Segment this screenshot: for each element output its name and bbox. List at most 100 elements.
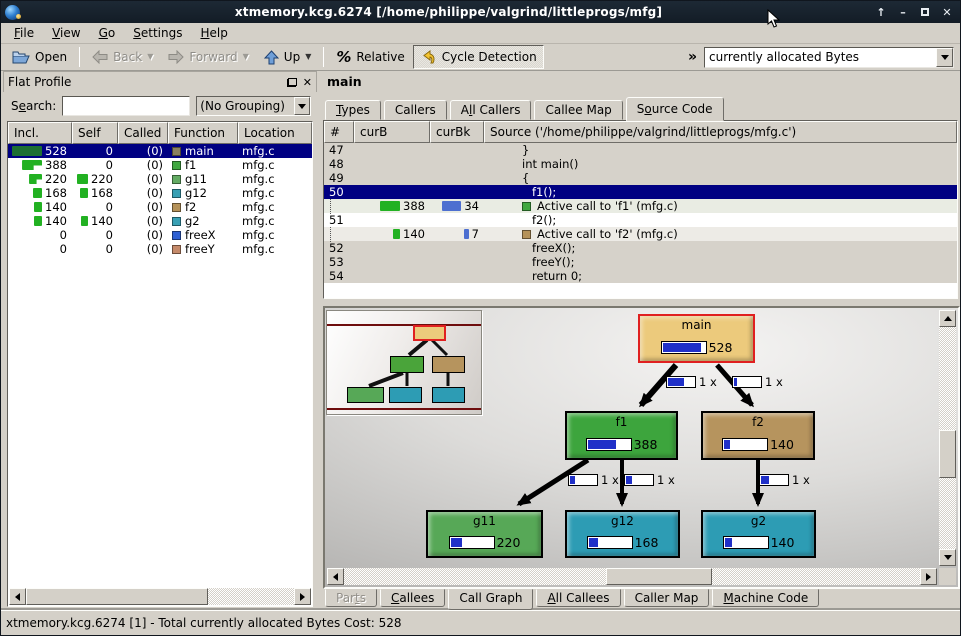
back-button[interactable]: Back ▼	[85, 45, 160, 69]
source-text: int main()	[484, 157, 957, 171]
incl-cost-bar	[33, 188, 42, 198]
scroll-down-button[interactable]	[939, 549, 956, 566]
source-line[interactable]: 47}	[324, 143, 957, 157]
scroll-right-button[interactable]	[920, 568, 937, 585]
tab-callee-map[interactable]: Callee Map	[534, 100, 622, 120]
column-header-self[interactable]: Self	[72, 122, 118, 144]
dock-float-button[interactable]	[287, 78, 297, 87]
source-column-header-1[interactable]: curB	[354, 121, 430, 143]
source-column-header-3[interactable]: Source ('/home/philippe/valgrind/littlep…	[484, 121, 957, 143]
title-bar[interactable]: xtmemory.kcg.6274 [/home/philippe/valgri…	[1, 1, 960, 23]
back-arrow-icon	[92, 50, 108, 64]
tab-all-callers[interactable]: All Callers	[450, 100, 532, 120]
graph-node-g11[interactable]: g11220	[426, 510, 543, 558]
table-row[interactable]: 00(0)freeYmfg.c	[8, 242, 312, 256]
tab-callers[interactable]: Callers	[384, 100, 447, 120]
open-button[interactable]: Open	[5, 45, 74, 69]
source-line[interactable]: 51f2();	[324, 213, 957, 227]
table-row[interactable]: 5280(0)mainmfg.c	[8, 144, 312, 158]
graph-horizontal-scrollbar[interactable]	[327, 568, 937, 585]
column-header-incl[interactable]: Incl.	[8, 122, 72, 144]
source-body: 47}48int main()49{50f1();38834Active cal…	[324, 143, 957, 283]
table-row[interactable]: 3880(0)f1mfg.c	[8, 158, 312, 172]
tab-callees[interactable]: Callees	[380, 589, 445, 607]
tab-types[interactable]: Types	[325, 100, 381, 120]
source-line[interactable]: 52freeX();	[324, 241, 957, 255]
table-row[interactable]: 168168(0)g12mfg.c	[8, 186, 312, 200]
search-input[interactable]	[62, 96, 190, 116]
column-header-called[interactable]: Called	[118, 122, 168, 144]
back-label: Back	[113, 50, 142, 64]
scrollbar-track[interactable]	[344, 568, 920, 585]
up-button[interactable]: Up ▼	[257, 45, 319, 69]
combo-arrow-icon[interactable]	[294, 97, 310, 115]
grouping-combobox[interactable]: (No Grouping)	[196, 96, 311, 116]
graph-node-g12[interactable]: g12168	[565, 510, 680, 558]
source-line[interactable]: 53freeY();	[324, 255, 957, 269]
menu-item-view[interactable]: View	[43, 24, 89, 43]
table-row[interactable]: 00(0)freeXmfg.c	[8, 228, 312, 242]
cell-self: 168	[72, 186, 118, 200]
edge-call-count[interactable]: 1 x	[666, 375, 717, 389]
active-call-row[interactable]: 1407Active call to 'f2' (mfg.c)	[324, 227, 957, 241]
up-dropdown-icon[interactable]: ▼	[305, 53, 311, 61]
event-type-combobox[interactable]: currently allocated Bytes	[704, 47, 954, 68]
tab-machine-code[interactable]: Machine Code	[712, 589, 819, 607]
graph-node-f1[interactable]: f1388	[565, 411, 678, 460]
scrollbar-thumb[interactable]	[939, 430, 956, 478]
scroll-right-button[interactable]	[294, 588, 311, 605]
menu-item-file[interactable]: File	[5, 24, 43, 43]
keep-above-button[interactable]: ↑	[872, 4, 890, 20]
scrollbar-track[interactable]	[26, 588, 294, 605]
edge-call-count[interactable]: 1 x	[568, 473, 619, 487]
graph-node-g2[interactable]: g2140	[701, 510, 816, 558]
tab-all-callees[interactable]: All Callees	[536, 589, 620, 607]
cycle-detection-toggle-button[interactable]: Cycle Detection	[413, 45, 544, 69]
scrollbar-track[interactable]	[939, 327, 956, 549]
minimize-button[interactable]: –	[894, 4, 912, 20]
table-row[interactable]: 220220(0)g11mfg.c	[8, 172, 312, 186]
graph-overview-inset[interactable]	[326, 310, 482, 415]
toolbar-overflow-button[interactable]: »	[682, 49, 703, 65]
back-dropdown-icon[interactable]: ▼	[147, 53, 153, 61]
table-row[interactable]: 1400(0)f2mfg.c	[8, 200, 312, 214]
source-line[interactable]: 48int main()	[324, 157, 957, 171]
graph-vertical-scrollbar[interactable]	[939, 310, 956, 566]
source-line[interactable]: 50f1();	[324, 185, 957, 199]
source-text: freeX();	[484, 241, 957, 255]
table-row[interactable]: 140140(0)g2mfg.c	[8, 214, 312, 228]
source-column-header-0[interactable]: #	[324, 121, 354, 143]
tab-source-code[interactable]: Source Code	[626, 97, 724, 121]
menu-item-go[interactable]: Go	[90, 24, 125, 43]
scroll-up-button[interactable]	[939, 310, 956, 327]
forward-dropdown-icon[interactable]: ▼	[243, 53, 249, 61]
scrollbar-thumb[interactable]	[26, 588, 208, 605]
menu-item-help[interactable]: Help	[191, 24, 236, 43]
graph-node-main[interactable]: main528	[638, 314, 755, 363]
relative-toggle-button[interactable]: % Relative	[329, 45, 411, 69]
close-button[interactable]: ✕	[938, 4, 956, 20]
source-column-header-2[interactable]: curBk	[430, 121, 484, 143]
edge-call-count[interactable]: 1 x	[759, 473, 810, 487]
scrollbar-thumb[interactable]	[606, 568, 712, 585]
menu-item-settings[interactable]: Settings	[124, 24, 191, 43]
tab-caller-map[interactable]: Caller Map	[624, 589, 710, 607]
scroll-left-button[interactable]	[327, 568, 344, 585]
column-header-function[interactable]: Function	[168, 122, 238, 144]
source-line[interactable]: 49{	[324, 171, 957, 185]
combo-arrow-icon[interactable]	[936, 48, 953, 67]
edge-call-count[interactable]: 1 x	[732, 375, 783, 389]
horizontal-scrollbar[interactable]	[9, 588, 311, 605]
source-line[interactable]: 54return 0;	[324, 269, 957, 283]
forward-button[interactable]: Forward ▼	[161, 45, 255, 69]
node-cost: 388	[586, 437, 658, 452]
edge-call-count[interactable]: 1 x	[624, 473, 675, 487]
active-call-row[interactable]: 38834Active call to 'f1' (mfg.c)	[324, 199, 957, 213]
dock-close-button[interactable]: ✕	[303, 77, 312, 88]
maximize-button[interactable]	[916, 4, 934, 20]
column-header-location[interactable]: Location	[238, 122, 312, 144]
scroll-left-button[interactable]	[9, 588, 26, 605]
tab-call-graph[interactable]: Call Graph	[448, 589, 533, 610]
dock-header[interactable]: Flat Profile ✕	[3, 71, 317, 92]
graph-node-f2[interactable]: f2140	[701, 411, 815, 460]
